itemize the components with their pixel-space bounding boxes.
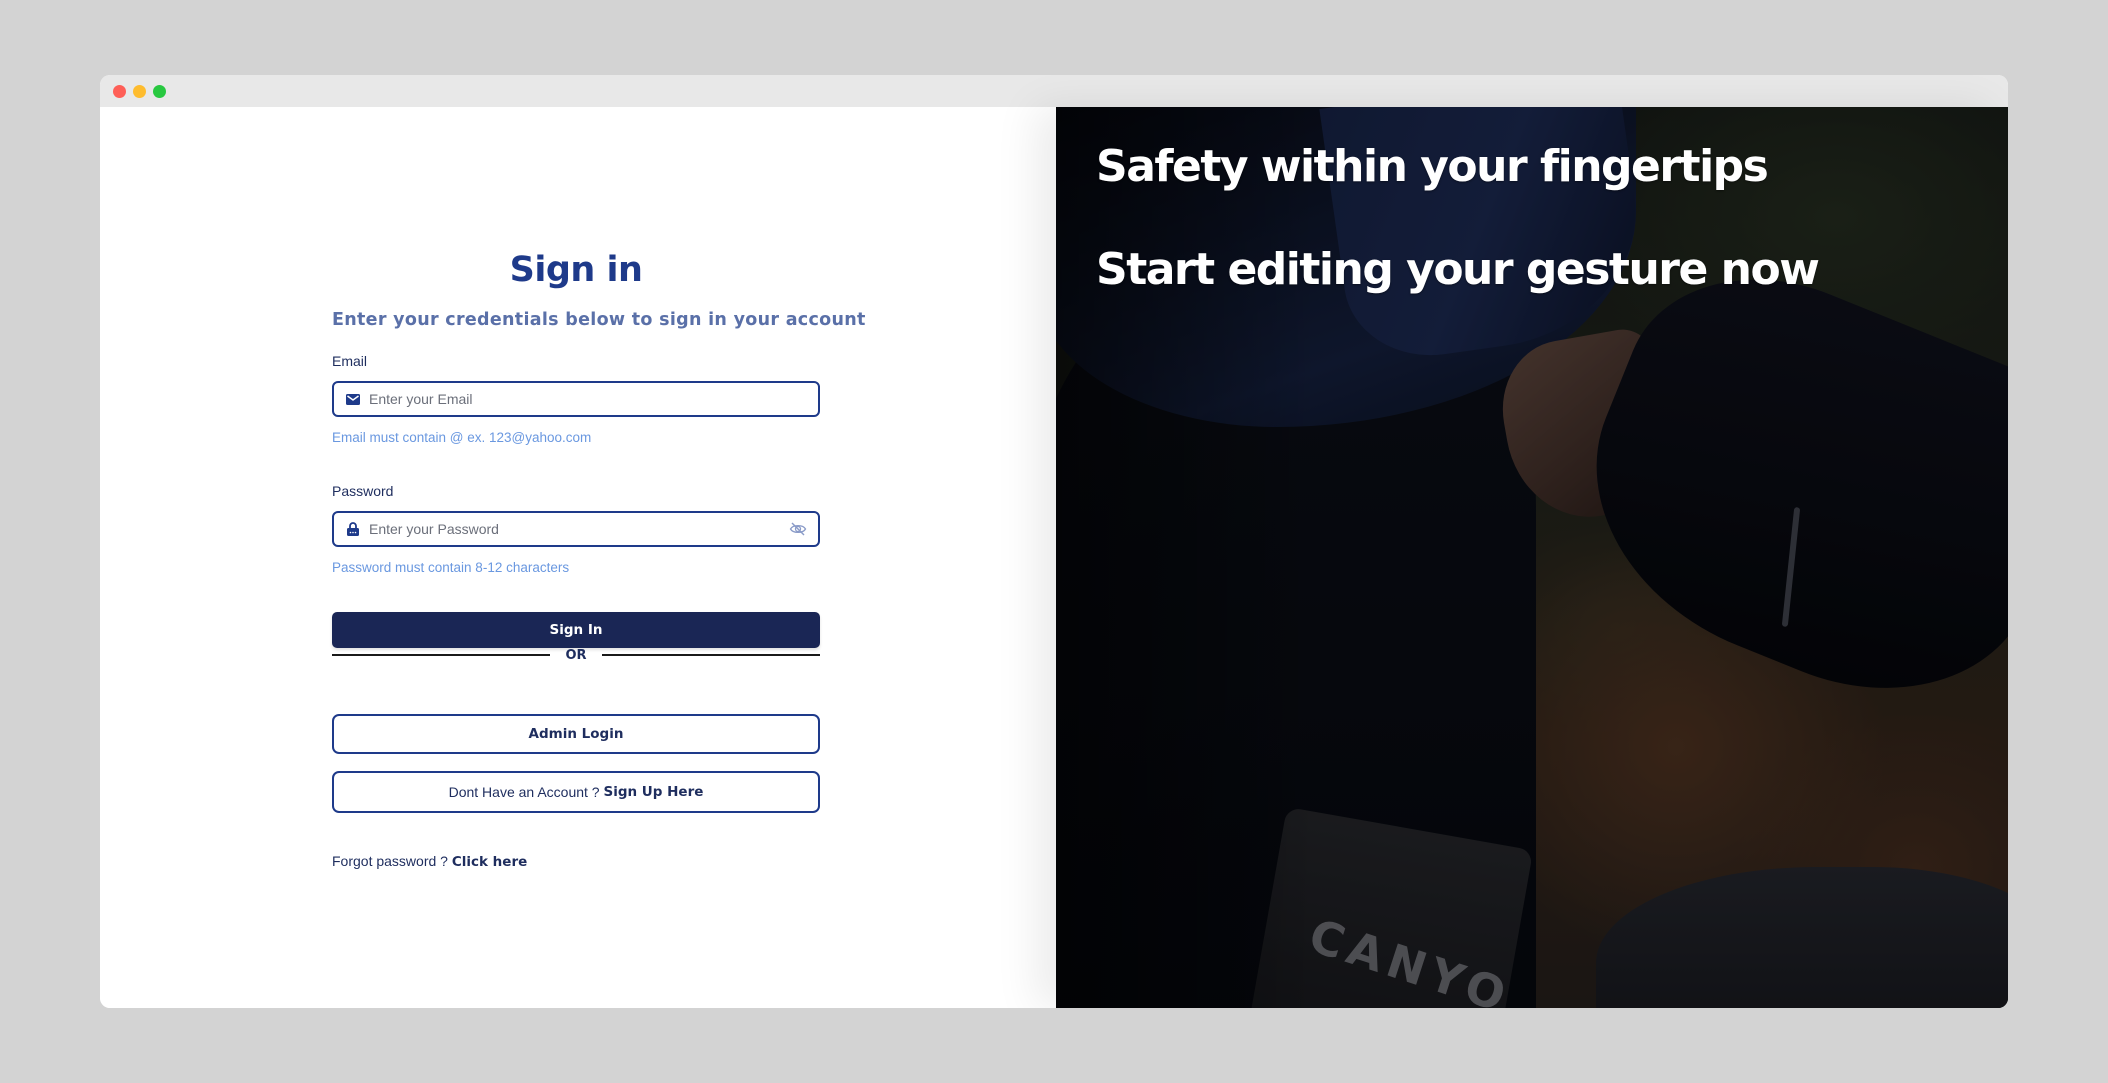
email-hint: Email must contain @ ex. 123@yahoo.com <box>332 430 592 445</box>
admin-login-button[interactable]: Admin Login <box>332 714 820 754</box>
divider-line-right <box>602 654 820 656</box>
or-divider: OR <box>332 645 820 665</box>
close-window-button[interactable] <box>113 85 126 98</box>
password-input[interactable] <box>369 513 788 545</box>
hero-headline: Safety within your fingertips <box>1096 141 1769 192</box>
page-title: Sign in <box>509 250 643 290</box>
eye-slash-icon <box>789 522 807 536</box>
envelope-icon <box>345 391 361 407</box>
toggle-password-visibility-button[interactable] <box>788 519 808 539</box>
sign-up-link[interactable]: Sign Up Here <box>603 784 703 800</box>
or-label: OR <box>565 647 587 663</box>
email-label: Email <box>332 353 368 369</box>
signup-prefix: Dont Have an Account ? <box>448 784 604 800</box>
sign-in-button[interactable]: Sign In <box>332 612 820 648</box>
password-hint: Password must contain 8-12 characters <box>332 560 570 575</box>
forgot-password-row: Forgot password ? Click here <box>332 853 527 870</box>
forgot-password-link[interactable]: Click here <box>452 854 527 870</box>
hero-subheadline: Start editing your gesture now <box>1096 244 1820 295</box>
page-subtitle: Enter your credentials below to sign in … <box>332 310 866 330</box>
cyclist-background-image: CANYO <box>1056 107 2008 1008</box>
forgot-prefix: Forgot password ? <box>332 853 452 869</box>
maximize-window-button[interactable] <box>153 85 166 98</box>
title-bar <box>100 75 2008 107</box>
password-label: Password <box>332 483 394 499</box>
signin-panel: Sign in Enter your credentials below to … <box>100 107 1056 1008</box>
lock-icon <box>345 521 361 537</box>
minimize-window-button[interactable] <box>133 85 146 98</box>
browser-window: Sign in Enter your credentials below to … <box>100 75 2008 1008</box>
email-input[interactable] <box>369 383 818 415</box>
divider-line-left <box>332 654 550 656</box>
sign-up-button[interactable]: Dont Have an Account ? Sign Up Here <box>332 771 820 813</box>
password-field-wrapper <box>332 511 820 547</box>
admin-login-label: Admin Login <box>528 726 624 742</box>
email-field-wrapper <box>332 381 820 417</box>
hero-panel: CANYO Safety within your fingertips Star… <box>1056 107 2008 1008</box>
